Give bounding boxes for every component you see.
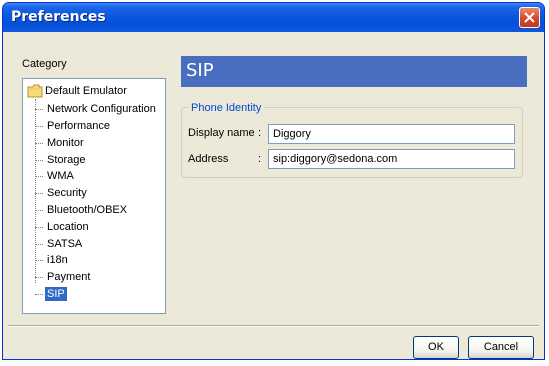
address-label: Address bbox=[188, 153, 229, 165]
window-title: Preferences bbox=[11, 9, 106, 25]
tree-item-label: Monitor bbox=[47, 137, 84, 149]
cancel-button[interactable]: Cancel bbox=[468, 336, 534, 359]
tree-item-label: Location bbox=[47, 221, 89, 233]
category-tree[interactable]: Default Emulator Network Configuration P… bbox=[22, 78, 166, 314]
tree-item-label: SIP bbox=[45, 287, 67, 301]
address-field[interactable]: sip:diggory@sedona.com bbox=[268, 149, 515, 169]
dialog-body: Category Default Emulator Network Config… bbox=[3, 32, 544, 359]
preferences-dialog: Preferences Category Default Emulator Ne… bbox=[2, 2, 545, 360]
footer-divider bbox=[8, 325, 539, 327]
category-label: Category bbox=[22, 58, 67, 70]
tree-item-label: Performance bbox=[47, 120, 110, 132]
title-bar[interactable]: Preferences bbox=[3, 3, 544, 32]
display-name-colon: : bbox=[258, 127, 262, 139]
section-title: SIP bbox=[186, 60, 214, 81]
tree-item-label: Network Configuration bbox=[47, 103, 156, 115]
ok-button[interactable]: OK bbox=[413, 336, 459, 359]
tree-item-label: SATSA bbox=[47, 238, 83, 250]
tree-item-label: Bluetooth/OBEX bbox=[47, 204, 128, 216]
display-name-field[interactable]: Diggory bbox=[268, 124, 515, 144]
tree-item-label: Payment bbox=[47, 271, 91, 283]
tree-item-label: WMA bbox=[47, 170, 74, 182]
tree-item-label: i18n bbox=[47, 254, 68, 266]
close-icon bbox=[524, 12, 535, 23]
section-header: SIP bbox=[181, 56, 527, 87]
close-button[interactable] bbox=[519, 7, 540, 28]
tree-item-label: Security bbox=[47, 187, 87, 199]
address-colon: : bbox=[258, 153, 262, 165]
folder-icon bbox=[27, 84, 43, 98]
display-name-label: Display name bbox=[188, 127, 255, 139]
tree-root-label: Default Emulator bbox=[45, 85, 127, 97]
phone-identity-legend: Phone Identity bbox=[188, 102, 265, 114]
tree-item-label: Storage bbox=[47, 154, 86, 166]
